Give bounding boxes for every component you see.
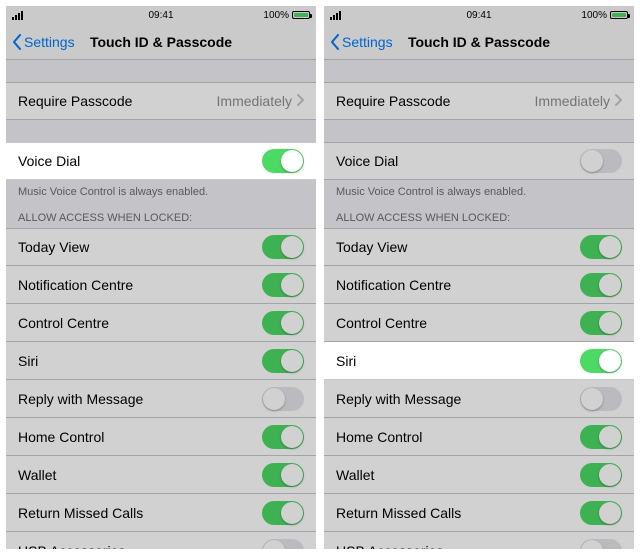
row-home-control[interactable]: Home Control <box>324 418 634 456</box>
row-require-passcode[interactable]: Require Passcode Immediately <box>6 82 316 120</box>
row-label: Return Missed Calls <box>18 505 143 521</box>
settings-list: Require Passcode Immediately Voice Dial … <box>6 60 316 549</box>
row-notification-centre[interactable]: Notification Centre <box>324 266 634 304</box>
toggle-control-centre[interactable] <box>580 311 622 335</box>
row-usb-accessories[interactable]: USB Accessories <box>324 532 634 549</box>
back-label: Settings <box>24 34 75 50</box>
row-label: Today View <box>336 239 407 255</box>
row-label: Siri <box>18 353 38 369</box>
toggle-siri[interactable] <box>580 349 622 373</box>
row-usb-accessories[interactable]: USB Accessories <box>6 532 316 549</box>
row-label: Voice Dial <box>18 153 80 169</box>
back-button[interactable]: Settings <box>330 34 393 50</box>
toggle-voice-dial[interactable] <box>262 149 304 173</box>
row-today-view[interactable]: Today View <box>6 228 316 266</box>
row-value: Immediately <box>217 93 304 109</box>
nav-bar: Settings Touch ID & Passcode <box>6 24 316 60</box>
toggle-today-view[interactable] <box>580 235 622 259</box>
row-siri[interactable]: Siri <box>324 342 634 380</box>
row-label: Today View <box>18 239 89 255</box>
row-wallet[interactable]: Wallet <box>324 456 634 494</box>
battery-icon <box>610 11 628 19</box>
toggle-home-control[interactable] <box>580 425 622 449</box>
toggle-wallet[interactable] <box>262 463 304 487</box>
battery-icon <box>292 11 310 19</box>
toggle-home-control[interactable] <box>262 425 304 449</box>
back-button[interactable]: Settings <box>12 34 75 50</box>
row-label: Home Control <box>336 429 422 445</box>
row-label: Require Passcode <box>18 93 132 109</box>
row-label: Require Passcode <box>336 93 450 109</box>
row-label: Control Centre <box>18 315 109 331</box>
toggle-notification-centre[interactable] <box>580 273 622 297</box>
row-label: Reply with Message <box>18 391 143 407</box>
chevron-right-icon <box>614 93 622 109</box>
row-label: Notification Centre <box>336 277 451 293</box>
toggle-return-missed-calls[interactable] <box>580 501 622 525</box>
chevron-left-icon <box>330 34 340 50</box>
nav-bar: Settings Touch ID & Passcode <box>324 24 634 60</box>
back-label: Settings <box>342 34 393 50</box>
toggle-siri[interactable] <box>262 349 304 373</box>
row-value: Immediately <box>535 93 622 109</box>
section-allow-access: ALLOW ACCESS WHEN LOCKED: <box>324 208 634 228</box>
chevron-left-icon <box>12 34 22 50</box>
status-bar: 09:41 100% <box>6 6 316 24</box>
row-require-passcode[interactable]: Require Passcode Immediately <box>324 82 634 120</box>
row-siri[interactable]: Siri <box>6 342 316 380</box>
toggle-today-view[interactable] <box>262 235 304 259</box>
row-notification-centre[interactable]: Notification Centre <box>6 266 316 304</box>
toggle-usb-accessories[interactable] <box>262 539 304 550</box>
toggle-notification-centre[interactable] <box>262 273 304 297</box>
row-reply-with-message[interactable]: Reply with Message <box>324 380 634 418</box>
row-reply-with-message[interactable]: Reply with Message <box>6 380 316 418</box>
status-time: 09:41 <box>6 10 316 21</box>
chevron-right-icon <box>296 93 304 109</box>
row-voice-dial[interactable]: Voice Dial <box>324 142 634 180</box>
phone-right: 09:41 100% Settings Touch ID & Passcode … <box>324 6 634 549</box>
row-label: Wallet <box>18 467 56 483</box>
voice-dial-note: Music Voice Control is always enabled. <box>6 180 316 208</box>
row-return-missed-calls[interactable]: Return Missed Calls <box>6 494 316 532</box>
toggle-control-centre[interactable] <box>262 311 304 335</box>
toggle-reply-with-message[interactable] <box>580 387 622 411</box>
row-label: Return Missed Calls <box>336 505 461 521</box>
row-voice-dial[interactable]: Voice Dial <box>6 142 316 180</box>
row-control-centre[interactable]: Control Centre <box>324 304 634 342</box>
section-allow-access: ALLOW ACCESS WHEN LOCKED: <box>6 208 316 228</box>
row-today-view[interactable]: Today View <box>324 228 634 266</box>
row-label: USB Accessories <box>336 543 443 550</box>
row-label: Siri <box>336 353 356 369</box>
row-label: Notification Centre <box>18 277 133 293</box>
status-time: 09:41 <box>324 10 634 21</box>
toggle-wallet[interactable] <box>580 463 622 487</box>
row-control-centre[interactable]: Control Centre <box>6 304 316 342</box>
row-wallet[interactable]: Wallet <box>6 456 316 494</box>
row-label: Reply with Message <box>336 391 461 407</box>
toggle-reply-with-message[interactable] <box>262 387 304 411</box>
voice-dial-note: Music Voice Control is always enabled. <box>324 180 634 208</box>
row-label: USB Accessories <box>18 543 125 550</box>
toggle-return-missed-calls[interactable] <box>262 501 304 525</box>
toggle-usb-accessories[interactable] <box>580 539 622 550</box>
row-return-missed-calls[interactable]: Return Missed Calls <box>324 494 634 532</box>
settings-list: Require Passcode Immediately Voice Dial … <box>324 60 634 549</box>
row-home-control[interactable]: Home Control <box>6 418 316 456</box>
toggle-voice-dial[interactable] <box>580 149 622 173</box>
row-label: Control Centre <box>336 315 427 331</box>
row-label: Voice Dial <box>336 153 398 169</box>
row-label: Wallet <box>336 467 374 483</box>
row-label: Home Control <box>18 429 104 445</box>
phone-left: 09:41 100% Settings Touch ID & Passcode … <box>6 6 316 549</box>
status-bar: 09:41 100% <box>324 6 634 24</box>
